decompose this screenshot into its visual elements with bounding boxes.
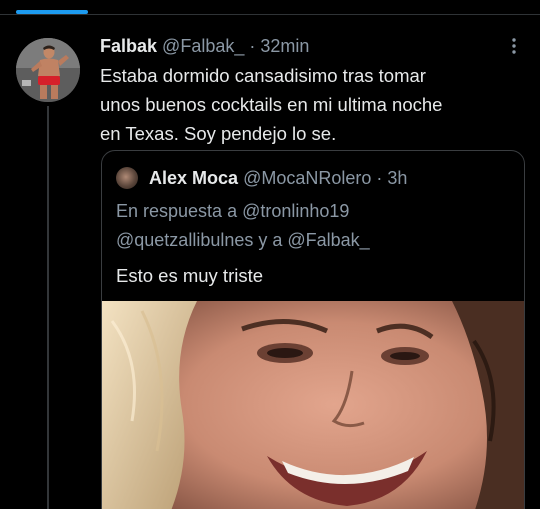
author-handle[interactable]: @Falbak_ xyxy=(162,36,244,56)
quote-author-handle: @MocaNRolero xyxy=(243,168,372,188)
quote-timestamp: 3h xyxy=(387,168,408,188)
quote-text: Esto es muy triste xyxy=(116,265,264,286)
quoted-tweet-card[interactable]: Alex Moca @MocaNRolero · 3h En respuesta… xyxy=(101,150,525,509)
tweet-text-line: unos buenos cocktails en mi ultima noche xyxy=(100,94,443,115)
reply-context: En respuesta a @tronlinho19 @quetzallibu… xyxy=(116,197,506,255)
quote-avatar xyxy=(116,167,138,189)
reply-context-line: En respuesta a @tronlinho19 xyxy=(116,201,350,221)
quote-header-separator: · xyxy=(376,168,383,188)
quote-header: Alex Moca @MocaNRolero · 3h xyxy=(149,166,407,190)
tweet-detail-page: Falbak @Falbak_ · 32min Estaba dormido c… xyxy=(0,0,540,509)
quote-author-name: Alex Moca xyxy=(149,168,239,188)
author-name[interactable]: Falbak xyxy=(100,36,157,56)
quote-media-image[interactable] xyxy=(102,301,524,509)
avatar[interactable] xyxy=(16,38,80,102)
reply-context-line: @quetzallibulnes y a @Falbak_ xyxy=(116,230,370,250)
tweet-text-line: Estaba dormido cansadisimo tras tomar xyxy=(100,65,426,86)
timestamp[interactable]: 32min xyxy=(260,36,309,56)
avatar-image xyxy=(16,38,80,102)
tweet-text: Estaba dormido cansadisimo tras tomar un… xyxy=(100,61,520,148)
more-vertical-icon[interactable] xyxy=(506,36,522,58)
media-photo xyxy=(102,301,524,509)
top-divider xyxy=(0,14,540,15)
tweet-text-line: en Texas. Soy pendejo lo se. xyxy=(100,123,337,144)
tweet-header: Falbak @Falbak_ · 32min xyxy=(100,34,309,58)
header-separator: · xyxy=(249,36,256,56)
thread-connector-line xyxy=(47,106,49,509)
